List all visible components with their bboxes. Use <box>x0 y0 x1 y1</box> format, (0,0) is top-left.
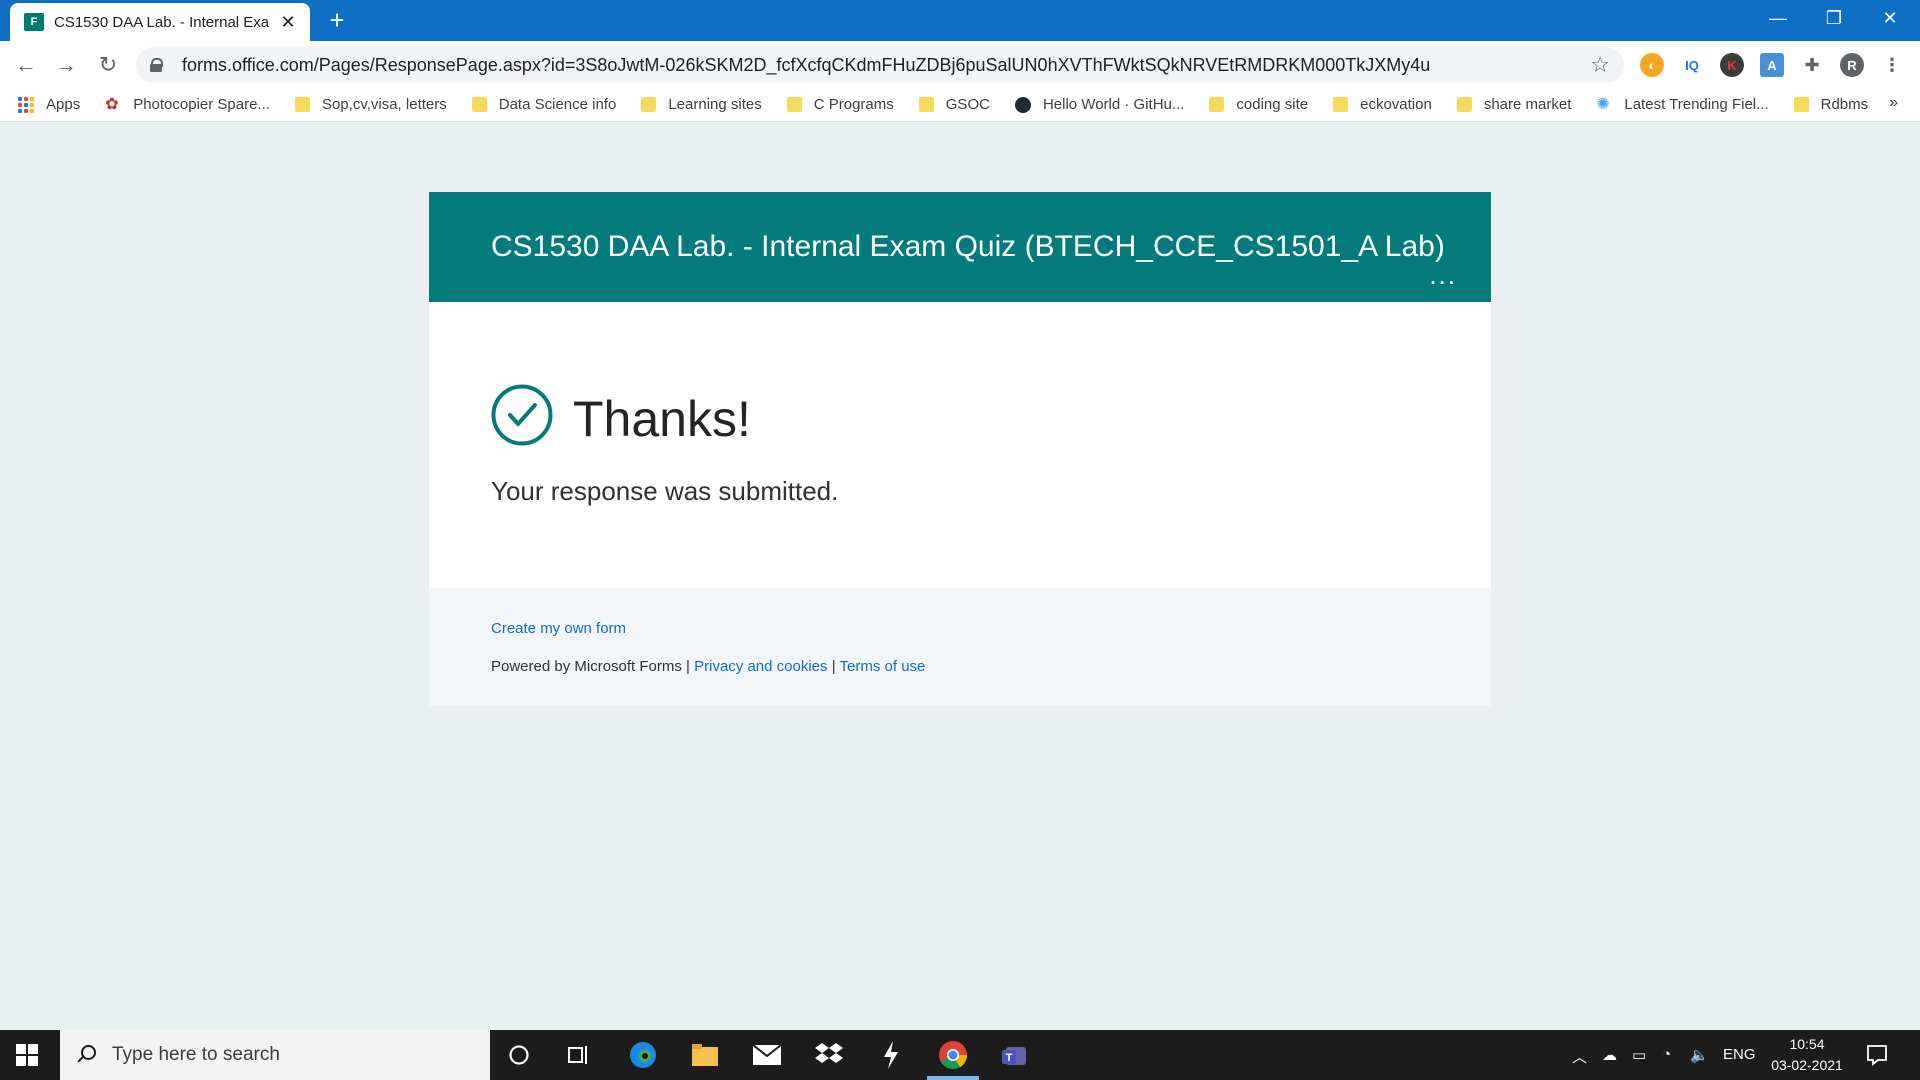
browser-title-bar: F CS1530 DAA Lab. - Internal Exam ✕ + — … <box>0 0 1920 41</box>
clock-time: 10:54 <box>1789 1036 1825 1052</box>
github-icon <box>1014 96 1031 113</box>
bookmark-photocopier[interactable]: ✿ Photocopier Spare... <box>105 96 270 113</box>
k-extension-icon[interactable]: K <box>1720 53 1744 77</box>
address-bar[interactable]: forms.office.com/Pages/ResponsePage.aspx… <box>136 47 1624 83</box>
folder-icon <box>786 97 802 112</box>
tab-title: CS1530 DAA Lab. - Internal Exam <box>54 13 270 31</box>
new-tab-button[interactable]: + <box>322 6 352 36</box>
bookmark-latest-trending[interactable]: ✺ Latest Trending Fiel... <box>1596 96 1768 113</box>
form-footer: Create my own form Powered by Microsoft … <box>429 588 1491 706</box>
folder-icon <box>641 97 657 112</box>
search-icon <box>76 1045 96 1065</box>
app-bolt-icon[interactable] <box>876 1040 906 1070</box>
bookmark-hello-world[interactable]: Hello World · GitHu... <box>1014 96 1184 113</box>
bookmark-gsoc[interactable]: GSOC <box>918 96 990 113</box>
reload-button[interactable]: ↻ <box>92 49 124 81</box>
form-header: CS1530 DAA Lab. - Internal Exam Quiz (BT… <box>429 192 1491 302</box>
language-indicator[interactable]: ENG <box>1723 1046 1756 1063</box>
site-icon: ✺ <box>1596 95 1610 113</box>
cortana-icon[interactable] <box>504 1040 534 1070</box>
show-hidden-icons-icon[interactable]: ︿ <box>1572 1046 1587 1067</box>
bookmark-star-icon[interactable]: ☆ <box>1590 52 1610 78</box>
taskbar-search-box[interactable]: Type here to search <box>60 1030 490 1080</box>
minimize-button[interactable]: — <box>1750 0 1806 36</box>
windows-taskbar: Type here to search T ︿ ☁ ▭ ◔ 🔈 ENG 10:5… <box>0 1030 1920 1080</box>
close-window-button[interactable]: ✕ <box>1862 0 1918 36</box>
folder-icon <box>1793 97 1809 112</box>
mail-icon[interactable] <box>752 1040 782 1070</box>
teams-icon[interactable]: T <box>1000 1040 1030 1070</box>
create-form-link[interactable]: Create my own form <box>491 620 626 637</box>
lock-icon[interactable] <box>150 58 163 72</box>
svg-text:T: T <box>1006 1052 1013 1064</box>
browser-tab[interactable]: F CS1530 DAA Lab. - Internal Exam ✕ <box>10 3 310 41</box>
search-placeholder: Type here to search <box>112 1044 280 1065</box>
folder-icon <box>918 97 934 112</box>
clock-date: 03-02-2021 <box>1771 1057 1843 1073</box>
a-extension-icon[interactable]: A <box>1760 53 1784 77</box>
volume-icon[interactable]: 🔈 <box>1690 1046 1709 1064</box>
apps-grid-icon <box>18 96 34 113</box>
bookmark-eckovation[interactable]: eckovation <box>1333 96 1432 113</box>
system-clock[interactable]: 10:54 03-02-2021 <box>1762 1034 1852 1076</box>
bookmark-c-programs[interactable]: C Programs <box>786 96 894 113</box>
bookmark-coding-site[interactable]: coding site <box>1209 96 1308 113</box>
bookmark-data-science[interactable]: Data Science info <box>471 96 616 113</box>
edge-browser-icon[interactable] <box>628 1040 658 1070</box>
iq-extension-icon[interactable]: IQ <box>1680 53 1704 77</box>
privacy-link[interactable]: Privacy and cookies <box>694 658 827 675</box>
bookmarks-bar: Apps ✿ Photocopier Spare... Sop,cv,visa,… <box>0 88 1920 122</box>
extensions-puzzle-icon[interactable]: ✚ <box>1800 53 1824 77</box>
close-tab-icon[interactable]: ✕ <box>278 12 298 33</box>
forms-favicon-icon: F <box>24 13 44 31</box>
folder-icon <box>1456 97 1472 112</box>
wifi-icon[interactable]: ◔ <box>1662 1046 1671 1063</box>
active-app-indicator <box>927 1076 979 1080</box>
folder-icon <box>294 97 310 112</box>
confirmation-card: Thanks! Your response was submitted. <box>429 302 1491 588</box>
site-icon: ✿ <box>105 95 119 113</box>
task-view-icon[interactable] <box>564 1040 594 1070</box>
battery-icon[interactable]: ▭ <box>1632 1046 1646 1064</box>
folder-icon <box>471 97 487 112</box>
back-button[interactable]: ← <box>10 49 42 81</box>
profile-avatar[interactable]: R <box>1840 53 1864 77</box>
thanks-heading: Thanks! <box>573 391 751 447</box>
footer-separator: | <box>831 658 836 675</box>
checkmark-circle-icon <box>491 384 553 446</box>
terms-link[interactable]: Terms of use <box>840 658 926 675</box>
powered-by-text: Powered by Microsoft Forms | <box>491 658 690 675</box>
form-title: CS1530 DAA Lab. - Internal Exam Quiz (BT… <box>491 230 1445 263</box>
more-options-button[interactable]: ... <box>1429 260 1457 291</box>
dropbox-icon[interactable] <box>814 1040 844 1070</box>
powered-by-line: Powered by Microsoft Forms | Privacy and… <box>491 658 925 675</box>
bookmark-learning-sites[interactable]: Learning sites <box>641 96 762 113</box>
file-explorer-icon[interactable] <box>690 1040 720 1070</box>
onedrive-icon[interactable]: ☁ <box>1602 1046 1617 1064</box>
url-text[interactable]: forms.office.com/Pages/ResponsePage.aspx… <box>182 55 1590 76</box>
menu-kebab-icon[interactable]: ⋮ <box>1880 53 1904 77</box>
bookmark-apps[interactable]: Apps <box>18 96 80 113</box>
notifications-icon[interactable] <box>1862 1040 1892 1070</box>
folder-icon <box>1209 97 1225 112</box>
bookmark-rdbms[interactable]: Rdbms <box>1793 96 1868 113</box>
windows-start-icon[interactable] <box>16 1044 38 1066</box>
forward-button[interactable]: → <box>50 49 82 81</box>
restore-button[interactable]: ❐ <box>1806 0 1862 36</box>
browser-toolbar: ← → ↻ forms.office.com/Pages/ResponsePag… <box>0 41 1920 88</box>
folder-icon <box>1333 97 1349 112</box>
bookmark-share-market[interactable]: share market <box>1456 96 1571 113</box>
bookmark-sop[interactable]: Sop,cv,visa, letters <box>294 96 447 113</box>
chrome-icon[interactable] <box>938 1040 968 1070</box>
bookmarks-overflow-button[interactable]: » <box>1889 94 1898 112</box>
submitted-message: Your response was submitted. <box>491 476 839 506</box>
extension-icon[interactable]: ◐ <box>1640 53 1664 77</box>
